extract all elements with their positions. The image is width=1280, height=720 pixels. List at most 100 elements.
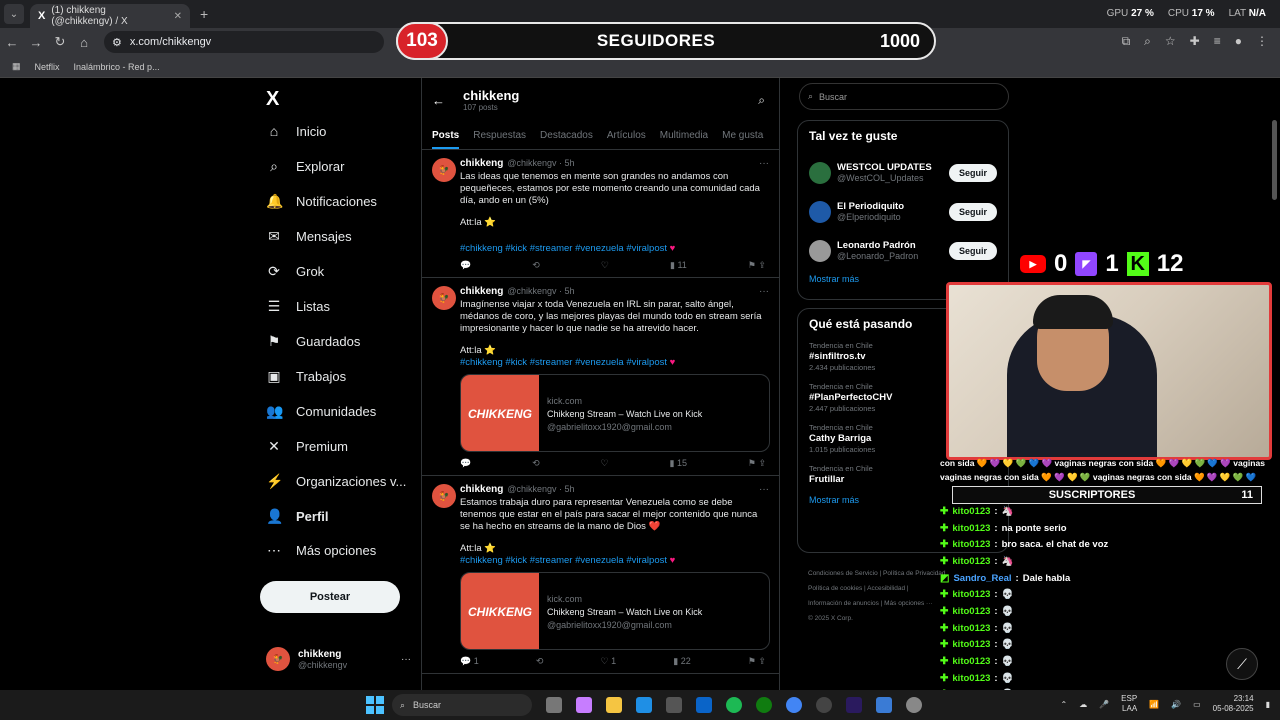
spotify-icon[interactable] <box>726 697 742 713</box>
tab-list-button[interactable]: ⌄ <box>4 4 24 24</box>
reload-icon[interactable]: ↻ <box>48 34 72 50</box>
search-input[interactable]: ⌕ Buscar <box>799 83 1009 110</box>
network-icon[interactable]: 📶 <box>1149 700 1159 709</box>
like-icon[interactable]: ♡ <box>601 260 609 271</box>
follow-button[interactable]: Seguir <box>948 241 997 260</box>
chat-username[interactable]: kito0123 <box>952 506 990 517</box>
nav-item[interactable]: ☰ Listas <box>266 298 330 315</box>
page-scrollbar[interactable] <box>1272 120 1277 200</box>
post-more-icon[interactable]: ··· <box>759 158 769 169</box>
volume-icon[interactable]: 🔊 <box>1171 700 1181 709</box>
nav-item[interactable]: ▣ Trabajos <box>266 368 346 385</box>
link-card[interactable]: CHIKKENG kick.com Chikkeng Stream – Watch … <box>460 572 770 650</box>
follow-button[interactable]: Seguir <box>948 202 997 221</box>
profile-tab[interactable]: Multimedia <box>660 130 708 141</box>
search-icon[interactable]: ⌕ <box>758 93 765 108</box>
apps-icon[interactable]: ▦ <box>12 61 21 72</box>
bookmark-icon[interactable]: ⚑ <box>748 458 759 468</box>
bookmark-icon[interactable]: ⚑ <box>748 260 759 270</box>
reply-icon[interactable]: 💬 1 <box>460 656 479 667</box>
edge-icon[interactable] <box>636 697 652 713</box>
nav-item[interactable]: ⟳ Grok <box>266 263 324 280</box>
back-arrow-icon[interactable]: ← <box>432 93 445 108</box>
profile-tab[interactable]: Me gusta <box>722 130 763 141</box>
profile-tab[interactable]: Respuestas <box>473 130 526 141</box>
views-icon[interactable]: ▮ 22 <box>673 656 690 667</box>
file-explorer-icon[interactable] <box>606 697 622 713</box>
post-more-icon[interactable]: ··· <box>759 484 769 495</box>
new-tab-button[interactable]: + <box>200 6 208 22</box>
follow-button[interactable]: Seguir <box>948 163 997 182</box>
tray-chevron-icon[interactable]: ⌃ <box>1060 700 1067 709</box>
browser-tab[interactable]: X (1) chikkeng (@chikkengv) / X ✕ <box>30 4 190 28</box>
premiere-icon[interactable] <box>846 697 862 713</box>
footer-line[interactable]: Información de anuncios | Más opciones ·… <box>808 596 958 611</box>
language-indicator[interactable]: ESP LAA <box>1121 694 1137 714</box>
avatar[interactable]: 🐓 <box>432 158 456 182</box>
post-item[interactable]: 🐓 ··· chikkeng @chikkengv · 5h Imagínense vi… <box>422 278 779 476</box>
install-icon[interactable]: ⧉ <box>1122 34 1131 49</box>
site-info-icon[interactable]: ⚙ <box>112 36 122 49</box>
nav-item[interactable]: ⌂ Inicio <box>266 123 327 139</box>
close-tab-icon[interactable]: ✕ <box>174 11 182 22</box>
post-hashtags[interactable]: #chikkeng #kick #streamer #venezuela #vi… <box>460 243 769 254</box>
media-icon[interactable]: ≡ <box>1214 34 1221 49</box>
address-bar[interactable]: ⚙ x.com/chikkengv <box>104 31 384 53</box>
nav-item[interactable]: ⋯ Más opciones <box>266 542 376 559</box>
post-author[interactable]: chikkeng <box>460 484 503 495</box>
profile-tab[interactable]: Destacados <box>540 130 593 141</box>
chat-username[interactable]: kito0123 <box>952 523 990 534</box>
nav-item[interactable]: 👤 Perfil <box>266 508 329 525</box>
post-author[interactable]: chikkeng <box>460 158 503 169</box>
home-icon[interactable]: ⌂ <box>72 35 96 50</box>
clock[interactable]: 23:14 05-08-2025 <box>1213 694 1254 714</box>
profile-tab[interactable]: Artículos <box>607 130 646 141</box>
chat-username[interactable]: kito0123 <box>952 639 990 650</box>
account-switcher[interactable]: 🐓 chikkeng @chikkengv ··· <box>266 647 411 671</box>
repost-icon[interactable]: ⟲ <box>532 458 540 469</box>
nav-item[interactable]: ✉ Mensajes <box>266 228 352 245</box>
suggestion-item[interactable]: El Periodiquito @Elperiodiquito Seguir <box>809 192 997 231</box>
post-hashtags[interactable]: #chikkeng #kick #streamer #venezuela #vi… <box>460 555 769 566</box>
like-icon[interactable]: ♡ 1 <box>601 656 617 667</box>
chat-username[interactable]: kito0123 <box>952 656 990 667</box>
chat-username[interactable]: Sandro_Real <box>953 573 1011 584</box>
suggestion-item[interactable]: Leonardo Padrón @Leonardo_Padron Seguir <box>809 231 997 270</box>
obs-icon[interactable] <box>816 697 832 713</box>
forward-icon[interactable]: → <box>24 35 48 50</box>
footer-line[interactable]: Condiciones de Servicio | Política de Pr… <box>808 566 958 581</box>
like-icon[interactable]: ♡ <box>601 458 609 469</box>
grok-fab-icon[interactable]: ⟋ <box>1226 648 1258 680</box>
suggestion-item[interactable]: WESTCOL UPDATES @WestCOL_Updates Seguir <box>809 153 997 192</box>
copilot-icon[interactable] <box>576 697 592 713</box>
onedrive-icon[interactable]: ☁ <box>1079 700 1087 709</box>
mic-icon[interactable]: 🎤 <box>1099 700 1109 709</box>
link-card[interactable]: CHIKKENG kick.com Chikkeng Stream – Watch … <box>460 374 770 452</box>
post-author[interactable]: chikkeng <box>460 286 503 297</box>
post-more-icon[interactable]: ··· <box>759 286 769 297</box>
nav-item[interactable]: ✕ Premium <box>266 438 348 455</box>
notifications-icon[interactable]: ▮ <box>1266 700 1270 709</box>
avatar[interactable]: 🐓 <box>432 286 456 310</box>
chat-username[interactable]: kito0123 <box>952 556 990 567</box>
chat-username[interactable]: kito0123 <box>952 673 990 684</box>
profile-tab[interactable]: Posts <box>432 130 460 149</box>
profile-icon[interactable]: ● <box>1235 34 1242 49</box>
menu-icon[interactable]: ⋮ <box>1256 34 1268 49</box>
task-view-icon[interactable] <box>546 697 562 713</box>
bookmark-netflix[interactable]: Netflix <box>35 62 60 72</box>
bookmark-wireless[interactable]: Inalámbrico - Red p... <box>74 62 160 72</box>
bookmark-icon[interactable]: ⚑ <box>748 656 759 666</box>
repost-icon[interactable]: ⟲ <box>532 260 540 271</box>
post-button[interactable]: Postear <box>260 581 400 613</box>
zoom-icon[interactable]: ⌕ <box>1144 34 1151 49</box>
xbox-icon[interactable] <box>756 697 772 713</box>
views-icon[interactable]: ▮ 15 <box>670 458 687 469</box>
nav-item[interactable]: 👥 Comunidades <box>266 403 376 420</box>
post-hashtags[interactable]: #chikkeng #kick #streamer #venezuela #vi… <box>460 357 769 368</box>
footer-line[interactable]: Política de cookies | Accesibilidad | <box>808 581 958 596</box>
nav-item[interactable]: ⌕ Explorar <box>266 158 344 175</box>
chat-username[interactable]: kito0123 <box>952 539 990 550</box>
post-item[interactable]: 🐓 ··· chikkeng @chikkengv · 5h Las ideas que… <box>422 150 779 278</box>
nav-item[interactable]: ⚡ Organizaciones v... <box>266 473 406 490</box>
